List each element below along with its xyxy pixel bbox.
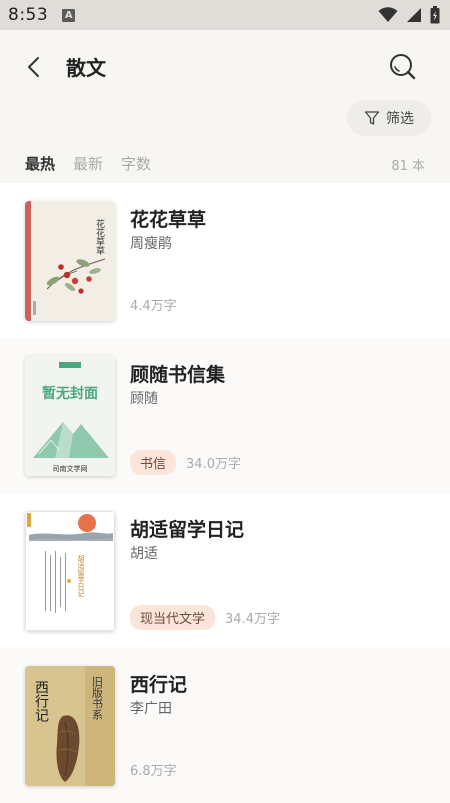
book-list: 花花草草 花花草草 周瘦鹃 4.4万字 暂无封面 司南文学网 顾随书信集 顾随 … (0, 183, 450, 803)
book-item[interactable]: 暂无封面 司南文学网 顾随书信集 顾随 书信 34.0万字 (0, 338, 450, 493)
book-cover[interactable]: 西行记 旧版书系 (25, 666, 115, 786)
tab-word-count[interactable]: 字数 (121, 153, 151, 174)
book-author: 李广田 (130, 701, 172, 717)
search-button[interactable] (386, 50, 418, 82)
status-time: 8:53 (8, 5, 49, 25)
wifi-icon (378, 7, 398, 22)
cover-title-text: 花花草草 (94, 218, 105, 256)
cover-title-text: 西行记 (33, 680, 49, 722)
book-item[interactable]: 西行记 旧版书系 西行记 李广田 6.8万字 (0, 648, 450, 803)
status-icons (378, 6, 440, 24)
page-title: 散文 (66, 56, 106, 80)
book-title: 花花草草 (130, 209, 207, 231)
filter-label: 筛选 (386, 111, 414, 127)
status-bar: 8:53 A (0, 0, 450, 30)
cover-series-text: 旧版书系 (91, 676, 104, 720)
battery-icon (430, 6, 440, 24)
book-cover[interactable]: 花花草草 (25, 201, 115, 321)
notification-icon: A (62, 8, 76, 22)
sort-tabs: 最热 最新 字数 (25, 153, 151, 174)
cover-art: 暂无封面 司南文学网 (25, 356, 115, 476)
book-item[interactable]: 胡适留学日记 胡适留学日记 胡适 现当代文学 34.4万字 (0, 493, 450, 648)
book-tag[interactable]: 现当代文学 (130, 605, 216, 630)
book-word-count: 6.8万字 (130, 764, 177, 779)
cover-art: 花花草草 (25, 201, 115, 321)
book-author: 周瘦鹃 (130, 236, 172, 252)
book-meta: 6.8万字 (130, 760, 177, 779)
book-title: 西行记 (130, 674, 188, 696)
book-word-count: 34.0万字 (186, 457, 241, 472)
back-button[interactable] (22, 54, 48, 80)
cover-brand-text: 司南文学网 (53, 464, 88, 473)
book-count: 81 本 (391, 159, 425, 174)
signal-icon (407, 8, 421, 22)
cover-title-text: 胡适留学日记 (77, 554, 85, 597)
book-meta: 4.4万字 (130, 295, 177, 314)
header: 散文 (0, 30, 450, 104)
filter-button[interactable]: 筛选 (347, 100, 431, 136)
book-meta: 现当代文学 34.4万字 (130, 605, 280, 630)
tab-hottest[interactable]: 最热 (25, 153, 55, 174)
book-title: 顾随书信集 (130, 364, 226, 386)
cover-art: 胡适留学日记 (25, 511, 115, 631)
tab-newest[interactable]: 最新 (73, 153, 103, 174)
book-author: 顾随 (130, 391, 158, 407)
cover-art: 西行记 旧版书系 (25, 666, 115, 786)
cover-placeholder-text: 暂无封面 (42, 385, 98, 402)
book-word-count: 4.4万字 (130, 299, 177, 314)
search-icon (390, 54, 416, 80)
book-word-count: 34.4万字 (225, 612, 280, 627)
book-meta: 书信 34.0万字 (130, 450, 241, 475)
book-item[interactable]: 花花草草 花花草草 周瘦鹃 4.4万字 (0, 183, 450, 338)
back-chevron-icon (28, 57, 39, 77)
book-cover[interactable]: 暂无封面 司南文学网 (25, 356, 115, 476)
book-tag[interactable]: 书信 (130, 450, 177, 475)
book-author: 胡适 (130, 546, 158, 562)
filter-icon (364, 111, 380, 125)
book-cover[interactable]: 胡适留学日记 (25, 511, 115, 631)
book-title: 胡适留学日记 (130, 519, 245, 541)
